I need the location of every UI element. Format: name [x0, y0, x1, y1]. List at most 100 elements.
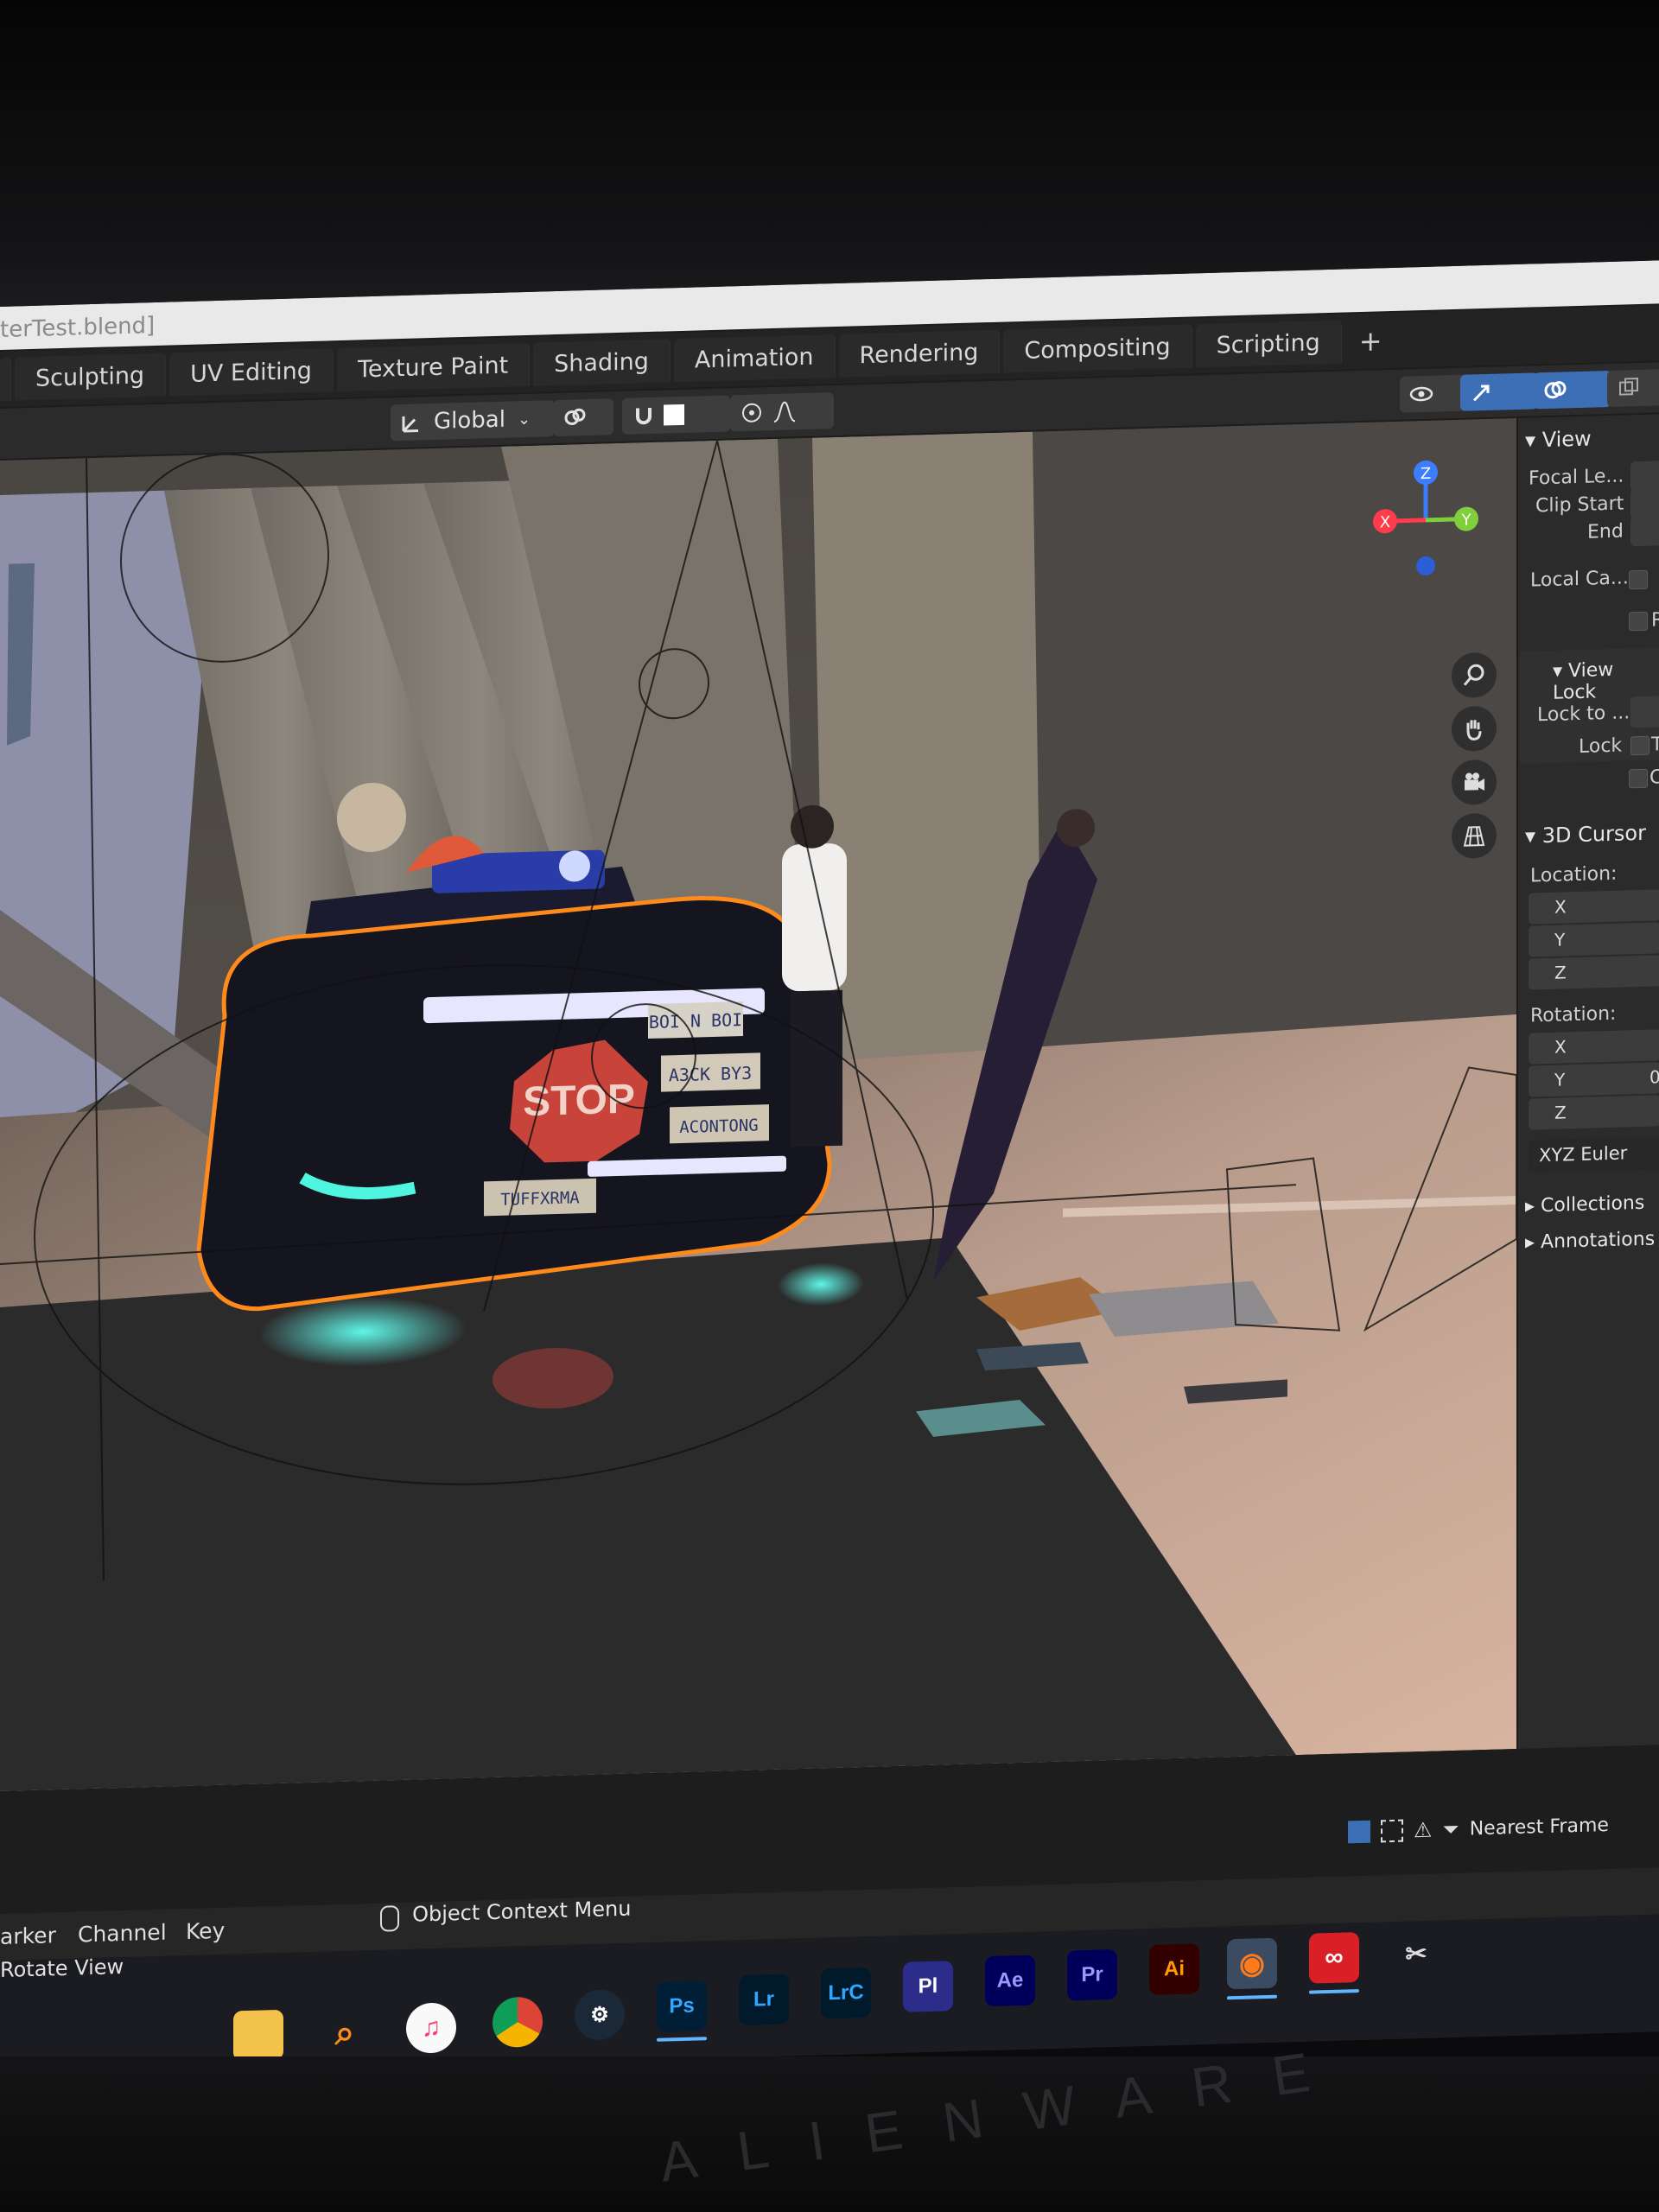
tab-animation[interactable]: Animation — [673, 334, 836, 383]
file-explorer-icon[interactable] — [233, 2009, 283, 2062]
pivot-icon — [564, 408, 586, 426]
collections-panel-header[interactable]: ▸ Collections — [1525, 1192, 1644, 1217]
itunes-icon[interactable]: ♫ — [406, 2002, 456, 2054]
location-label: Location: — [1530, 862, 1618, 887]
local-camera-checkbox[interactable] — [1629, 569, 1648, 590]
clip-start-field[interactable] — [1630, 488, 1659, 519]
magnifier-icon — [1463, 664, 1484, 686]
rotate-view-hint: Rotate View — [0, 1955, 124, 1982]
rot-y-label: Y — [1554, 1069, 1566, 1090]
premiere-icon[interactable]: Pr — [1067, 1948, 1117, 2001]
box-select-icon[interactable] — [1381, 1819, 1403, 1843]
hand-icon — [1466, 720, 1482, 741]
creative-cloud-icon[interactable]: ∞ — [1309, 1932, 1359, 1984]
rot-y-value: 0 — [1649, 1066, 1659, 1088]
tab-scripting[interactable]: Scripting — [1195, 320, 1342, 368]
steam-icon[interactable]: ⚙ — [575, 1988, 625, 2041]
prelude-icon[interactable]: Pl — [903, 1961, 953, 2012]
lightroom-icon[interactable]: Lr — [739, 1974, 789, 2026]
after-effects-icon[interactable]: Ae — [985, 1955, 1035, 2007]
search-icon[interactable]: ⌕ — [320, 2007, 370, 2059]
transform-orientation-dropdown[interactable]: Global ⌄ — [391, 400, 555, 442]
mouse-icon — [380, 1904, 399, 1932]
gizmo-toggle[interactable] — [1460, 372, 1538, 411]
proportional-editing-toggle[interactable] — [730, 392, 834, 432]
snap-target-swatch — [664, 404, 684, 426]
annotations-panel-header[interactable]: ▸ Annotations — [1525, 1229, 1655, 1254]
select-tool-icon[interactable] — [1348, 1820, 1370, 1844]
scene-render: STOP BOI N BOI A3CK BY3 ACONTONG TUFFXRM… — [0, 417, 1516, 1791]
key-menu[interactable]: Key — [186, 1918, 225, 1944]
orientation-label: Global — [434, 406, 505, 435]
view-panel-header[interactable]: ▾ View — [1525, 427, 1592, 453]
lock-label: Lock — [1579, 734, 1623, 758]
grid-icon — [1463, 826, 1485, 847]
rot-z-label: Z — [1554, 1102, 1567, 1123]
snipping-tool-icon[interactable]: ✂ — [1391, 1928, 1441, 1980]
tab-sculpting[interactable]: Sculpting — [15, 353, 167, 401]
illustrator-icon[interactable]: Ai — [1149, 1943, 1199, 1995]
gizmo-arrows-icon — [1472, 385, 1490, 402]
lock-c-label: C — [1649, 766, 1659, 789]
xray-toggle[interactable] — [1607, 369, 1659, 408]
chrome-icon[interactable] — [493, 1996, 543, 2049]
falloff-curve-icon — [773, 401, 796, 423]
tab-hidden-left[interactable] — [0, 357, 11, 401]
lock-to-3d-cursor-checkbox[interactable] — [1630, 735, 1649, 756]
gizmo-z-label: Z — [1421, 465, 1431, 483]
gizmo-y-label: Y — [1461, 511, 1472, 529]
rotation-mode-dropdown[interactable]: XYZ Euler — [1529, 1136, 1659, 1173]
window-title: terTest.blend] — [0, 312, 156, 343]
snap-dropdown[interactable] — [622, 395, 730, 435]
view-lock-title: View Lock — [1553, 658, 1614, 704]
clip-end-field[interactable] — [1630, 516, 1659, 547]
cursor-rotation-x[interactable]: X — [1529, 1029, 1659, 1065]
proportional-edit-icon — [742, 403, 761, 423]
lightroom-classic-icon[interactable]: LrC — [821, 1967, 871, 2019]
cursor-rotation-y[interactable]: Y0 — [1529, 1062, 1659, 1097]
pivot-point-dropdown[interactable] — [553, 398, 613, 437]
add-workspace-button[interactable]: + — [1345, 324, 1396, 359]
cursor-location-x[interactable]: X — [1529, 889, 1659, 925]
magnet-icon — [636, 407, 652, 425]
lock-camera-checkbox[interactable] — [1629, 768, 1648, 789]
overlays-toggle[interactable] — [1534, 370, 1611, 410]
rot-x-label: X — [1554, 1036, 1567, 1058]
cursor-location-z[interactable]: Z — [1529, 955, 1659, 990]
warning-icon[interactable]: ⚠ — [1414, 1818, 1433, 1843]
local-camera-label: Local Ca... — [1530, 567, 1629, 592]
loc-z-label: Z — [1554, 962, 1567, 983]
axis-gizmo-icon: Z Y X — [1373, 460, 1478, 575]
snap-mode-dropdown[interactable]: Nearest Frame — [1470, 1814, 1609, 1840]
lock-to-label: Lock to ... — [1537, 702, 1630, 727]
render-region-checkbox[interactable] — [1629, 611, 1648, 632]
tab-compositing[interactable]: Compositing — [1003, 324, 1192, 373]
3d-viewport[interactable]: STOP BOI N BOI A3CK BY3 ACONTONG TUFFXRM… — [0, 417, 1516, 1792]
tab-shading[interactable]: Shading — [533, 339, 671, 386]
context-menu-label: Object Context Menu — [412, 1896, 632, 1927]
plate-1: BOI N BOI — [649, 1009, 742, 1033]
tab-rendering[interactable]: Rendering — [838, 329, 1001, 378]
cc-active-indicator — [1309, 1989, 1359, 1994]
blender-icon[interactable]: ◉ — [1227, 1937, 1277, 1990]
loc-y-label: Y — [1554, 929, 1566, 950]
tab-texture-paint[interactable]: Texture Paint — [336, 342, 531, 392]
3d-cursor-panel-header[interactable]: ▾ 3D Cursor — [1525, 821, 1646, 849]
photoshop-icon[interactable]: Ps — [657, 1980, 707, 2032]
lock-to-object-field[interactable] — [1630, 696, 1659, 728]
navigation-gizmo[interactable]: Z Y X — [1370, 454, 1482, 578]
marker-menu[interactable]: arker — [0, 1923, 56, 1949]
channel-menu[interactable]: Channel — [78, 1920, 167, 1948]
clip-end-label: End — [1587, 520, 1624, 543]
annotations-title: Annotations — [1541, 1228, 1656, 1254]
collections-title: Collections — [1541, 1192, 1645, 1217]
filter-icon[interactable]: ⏷ — [1443, 1817, 1459, 1842]
cursor-rotation-z[interactable]: Z — [1529, 1095, 1659, 1130]
cursor-location-y[interactable]: Y — [1529, 922, 1659, 957]
visibility-dropdown[interactable] — [1400, 374, 1469, 413]
focal-length-field[interactable] — [1630, 461, 1659, 492]
blender-active-indicator — [1227, 1994, 1277, 2000]
camera-icon — [1465, 772, 1484, 791]
plate-3: ACONTONG — [679, 1116, 758, 1137]
tab-uv-editing[interactable]: UV Editing — [169, 348, 334, 397]
